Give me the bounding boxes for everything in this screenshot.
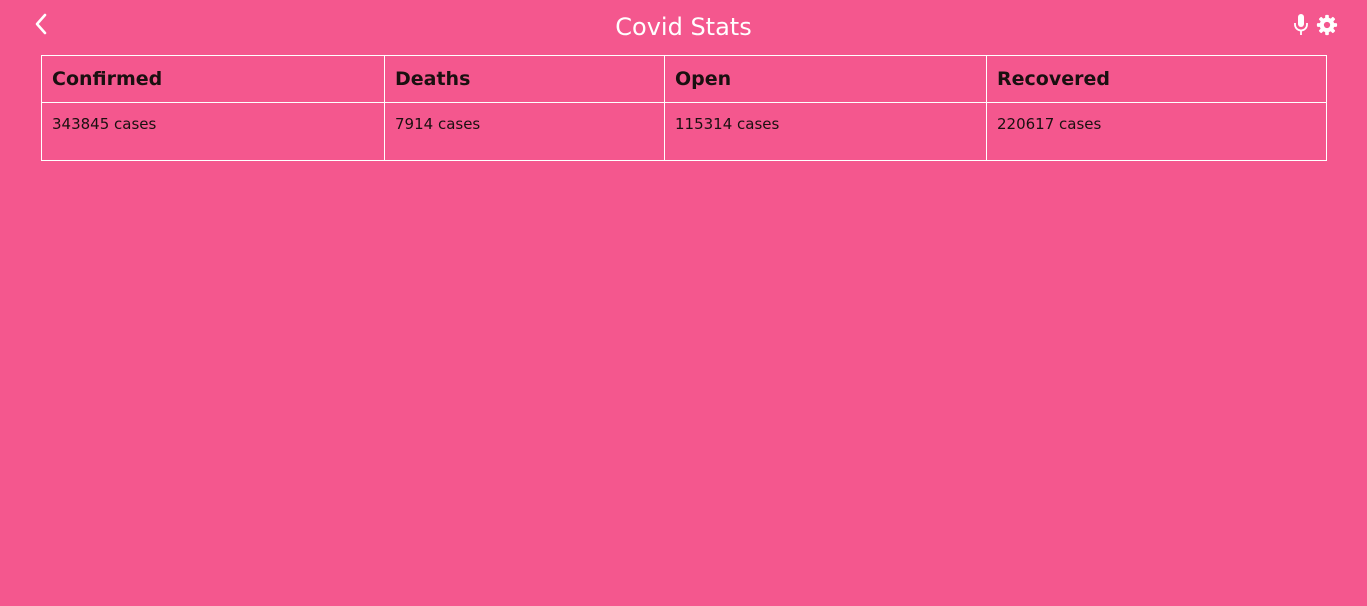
top-bar: Covid Stats [0,0,1367,55]
table-row: 343845 cases 7914 cases 115314 cases 220… [41,102,1327,161]
microphone-icon [1294,14,1308,35]
gear-icon [1316,14,1338,36]
stats-table: Confirmed Deaths Open Recovered 343845 c… [41,55,1327,161]
header-open: Open [664,55,987,103]
cell-confirmed: 343845 cases [41,102,385,161]
header-deaths: Deaths [384,55,665,103]
microphone-button[interactable] [1291,13,1311,37]
cell-open: 115314 cases [664,102,987,161]
cell-recovered: 220617 cases [986,102,1327,161]
settings-button[interactable] [1315,13,1339,37]
cell-deaths: 7914 cases [384,102,665,161]
header-recovered: Recovered [986,55,1327,103]
page-title: Covid Stats [615,13,752,41]
table-header-row: Confirmed Deaths Open Recovered [41,55,1327,103]
header-confirmed: Confirmed [41,55,385,103]
